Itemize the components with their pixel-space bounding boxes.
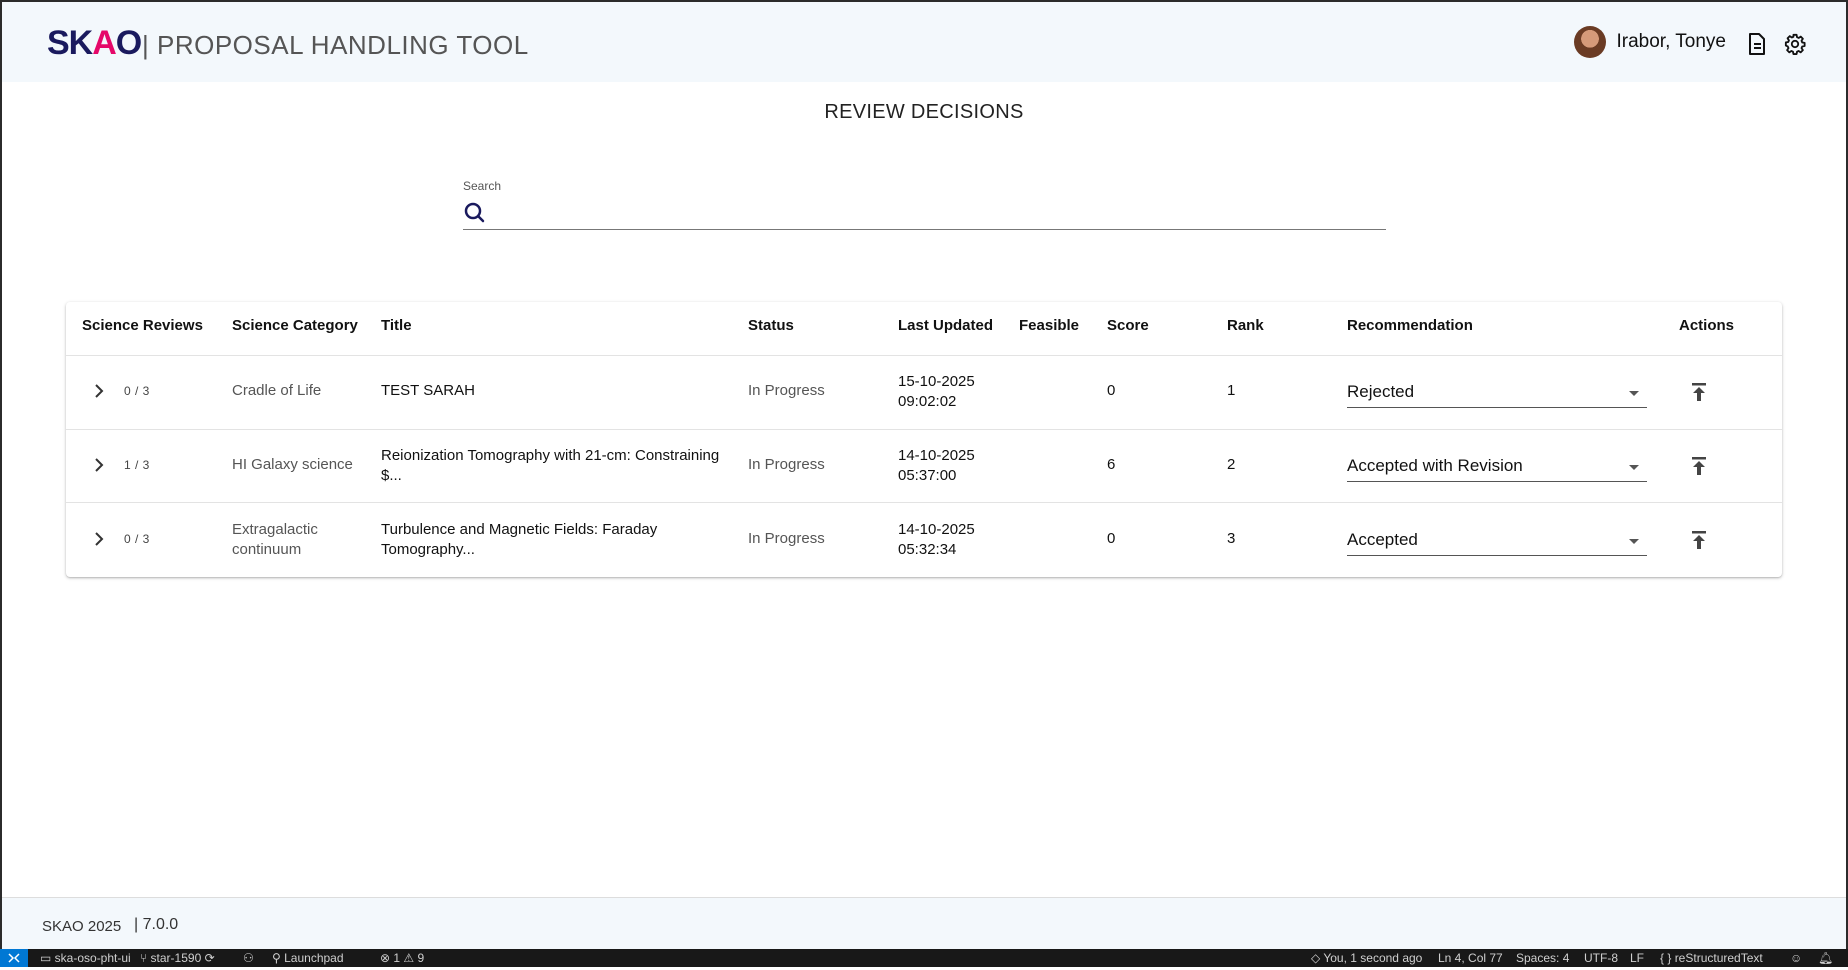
score: 0 [1107,382,1116,399]
footer-version: | 7.0.0 [134,916,179,933]
chevron-right-icon[interactable] [91,457,107,473]
review-count: 0 / 3 [124,384,150,398]
review-count: 0 / 3 [124,532,150,546]
recommendation-select[interactable]: Accepted [1347,525,1647,556]
cursor-position[interactable]: Ln 4, Col 77 [1438,951,1503,965]
publish-icon[interactable] [1690,382,1708,402]
debug-icon[interactable]: ⚇ [243,951,254,965]
status: In Progress [748,530,825,547]
recommendation-value: Rejected [1347,382,1415,401]
remote-icon [8,953,20,963]
chevron-right-icon[interactable] [91,383,107,399]
search-input[interactable] [493,199,1377,227]
gear-icon[interactable] [1784,32,1806,56]
proposal-title-continued: Tomography... [381,541,475,558]
science-category: Cradle of Life [232,382,322,399]
science-category: HI Galaxy science [232,456,353,473]
search-icon [464,202,485,223]
avatar[interactable] [1574,26,1607,58]
last-updated-date: 14-10-2025 [898,521,975,538]
last-updated-date: 15-10-2025 [898,373,975,390]
score: 6 [1107,456,1116,473]
problems-count[interactable]: ⊗ 1 ⚠ 9 [380,951,424,965]
footer-copyright: SKAO 2025 [42,918,122,935]
last-updated-time: 05:37:00 [898,467,957,484]
col-recommendation[interactable]: Recommendation [1347,317,1473,334]
score: 0 [1107,530,1116,547]
col-status[interactable]: Status [748,317,794,334]
last-updated-time: 09:02:02 [898,393,957,410]
publish-icon[interactable] [1690,456,1708,476]
proposal-title: TEST SARAH [381,382,475,399]
col-title[interactable]: Title [381,317,412,334]
editor-status-bar: ▭ ska-oso-pht-ui ⑂ star-1590 ⟳ ⚇ ⚲ Launc… [0,949,1848,967]
dropdown-arrow-icon [1629,539,1639,544]
search-field[interactable]: Search [463,179,1386,230]
header-divider [66,355,1782,356]
status: In Progress [748,382,825,399]
skao-logo[interactable]: SKAO [47,24,142,63]
proposal-title: Reionization Tomography with 21-cm: Cons… [381,447,720,464]
chevron-right-icon[interactable] [91,531,107,547]
science-category-continued: continuum [232,541,302,558]
status: In Progress [748,456,825,473]
row-divider [66,429,1782,430]
recommendation-select[interactable]: Rejected [1347,377,1647,408]
document-icon[interactable] [1746,32,1768,56]
page-title: REVIEW DECISIONS [824,101,1024,123]
search-label: Search [463,179,502,193]
git-branch[interactable]: ⑂ star-1590 ⟳ [140,951,215,965]
dropdown-arrow-icon [1629,465,1639,470]
last-updated-time: 05:32:34 [898,541,957,558]
user-menu[interactable]: Irabor, Tonye [1574,26,1726,58]
git-blame[interactable]: ◇ You, 1 second ago [1311,951,1422,965]
rank: 3 [1227,530,1236,547]
col-science-reviews[interactable]: Science Reviews [82,317,203,334]
science-category: Extragalactic [232,521,318,538]
recommendation-value: Accepted with Revision [1347,456,1523,475]
line-ending[interactable]: LF [1630,951,1644,965]
publish-icon[interactable] [1690,530,1708,550]
proposal-title: Turbulence and Magnetic Fields: Faraday [381,521,658,538]
rank: 2 [1227,456,1236,473]
indentation[interactable]: Spaces: 4 [1516,951,1569,965]
col-rank[interactable]: Rank [1227,317,1264,334]
last-updated-date: 14-10-2025 [898,447,975,464]
review-count: 1 / 3 [124,458,150,472]
app-header: SKAO | PROPOSAL HANDLING TOOL Irabor, To… [2,2,1846,82]
col-feasible[interactable]: Feasible [1019,317,1079,334]
col-last-updated[interactable]: Last Updated [898,317,993,334]
language-mode[interactable]: { } reStructuredText [1660,951,1763,965]
col-actions: Actions [1679,317,1735,334]
copilot-icon[interactable]: ☺ [1790,951,1802,965]
repo-name[interactable]: ▭ ska-oso-pht-ui [40,951,131,965]
row-divider [66,502,1782,503]
launchpad[interactable]: ⚲ Launchpad [272,951,344,965]
recommendation-select[interactable]: Accepted with Revision [1347,451,1647,482]
recommendation-value: Accepted [1347,530,1418,549]
app-title: | PROPOSAL HANDLING TOOL [142,30,529,60]
proposal-title-continued: $... [381,467,402,484]
user-name[interactable]: Irabor, Tonye [1616,31,1726,53]
remote-indicator[interactable] [0,949,28,967]
app-footer: SKAO 2025 | 7.0.0 [2,897,1846,950]
col-science-category[interactable]: Science Category [232,317,358,334]
col-score[interactable]: Score [1107,317,1149,334]
encoding[interactable]: UTF-8 [1584,951,1618,965]
notifications-icon[interactable]: 🔔︎ [1818,951,1833,965]
dropdown-arrow-icon [1629,391,1639,396]
rank: 1 [1227,382,1236,399]
